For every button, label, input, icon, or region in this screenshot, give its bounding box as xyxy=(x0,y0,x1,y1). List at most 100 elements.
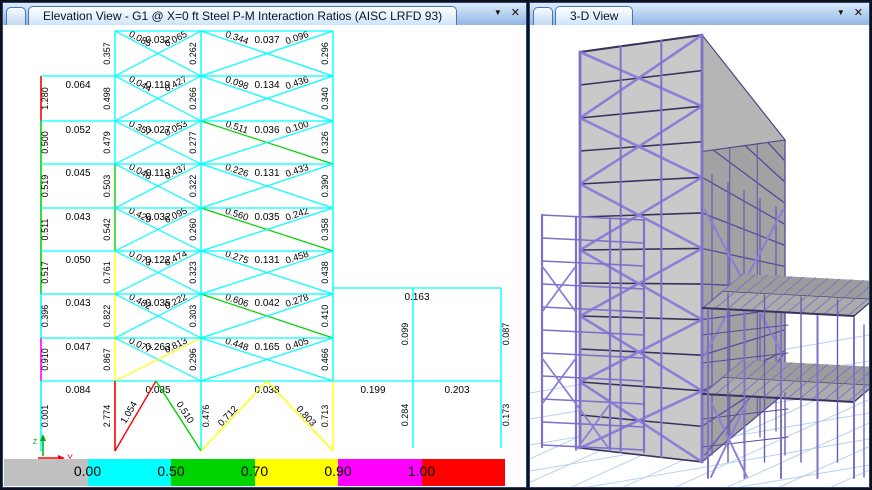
elevation-view-window: Elevation View - G1 @ X=0 ft Steel P-M I… xyxy=(2,2,527,488)
member-value-label: 0.357 xyxy=(102,42,112,65)
member-value-label: 0.099 xyxy=(400,323,410,346)
member-value-label: 0.498 xyxy=(102,87,112,110)
view3d-window: 3-D View ▼ ✕ xyxy=(529,2,870,488)
member-value-label: 0.519 xyxy=(40,175,50,198)
legend-threshold-label: 0.50 xyxy=(157,463,184,479)
member-value-label: 0.131 xyxy=(254,255,279,266)
member-value-label: 0.122 xyxy=(145,255,170,266)
member-value-label: 0.043 xyxy=(65,212,90,223)
member-value-label: 0.511 xyxy=(40,219,50,241)
member-value-label: 0.027 xyxy=(145,125,170,136)
member-value-label: 0.500 xyxy=(40,131,50,154)
legend-threshold-label: 0.90 xyxy=(324,463,351,479)
member-value-label: 0.064 xyxy=(65,80,90,91)
member-value-label: 0.032 xyxy=(145,212,170,223)
elevation-title: Elevation View - G1 @ X=0 ft Steel P-M I… xyxy=(43,9,442,23)
member-value-label: 1.280 xyxy=(40,87,50,110)
member-value-label: 0.606 xyxy=(224,292,250,310)
member-value-label: 0.226 xyxy=(224,162,250,180)
member-value-label: 0.050 xyxy=(65,255,90,266)
view3d-title: 3-D View xyxy=(570,9,618,23)
member-value-label: 0.036 xyxy=(254,125,279,136)
member-value-label: 0.410 xyxy=(320,305,330,328)
member-value-label: 0.087 xyxy=(501,323,511,346)
member-value-label: 2.774 xyxy=(102,405,112,428)
member-value-label: 0.043 xyxy=(65,298,90,309)
axis-z-label: Z xyxy=(33,439,38,446)
legend-threshold-label: 0.70 xyxy=(241,463,268,479)
member-value-label: 0.867 xyxy=(102,348,112,371)
member-value-label: 0.199 xyxy=(360,385,385,396)
member-value-label: 0.344 xyxy=(224,29,250,47)
member-value-label: 0.712 xyxy=(216,404,240,429)
member-value-label: 0.035 xyxy=(145,298,170,309)
member-value-label: 0.396 xyxy=(40,305,50,328)
member-value-label: 0.303 xyxy=(188,305,198,328)
elevation-title-tab[interactable]: Elevation View - G1 @ X=0 ft Steel P-M I… xyxy=(28,6,457,25)
member-value-label: 0.390 xyxy=(320,175,330,198)
member-value-label: 0.761 xyxy=(102,261,112,284)
legend-threshold-label: 1.00 xyxy=(408,463,435,479)
member-value-label: 0.296 xyxy=(320,42,330,65)
member-value-label: 0.045 xyxy=(65,168,90,179)
app-screen: Elevation View - G1 @ X=0 ft Steel P-M I… xyxy=(0,0,872,490)
member-value-label: 0.047 xyxy=(65,342,90,353)
member-value-label: 0.517 xyxy=(40,261,50,284)
member-value-label: 0.052 xyxy=(65,125,90,136)
elevation-canvas[interactable]: 0.0850.0650.3440.0960.3570.2620.2960.032… xyxy=(3,25,526,487)
member-value-label: 0.438 xyxy=(320,261,330,284)
member-value-label: 0.479 xyxy=(102,131,112,154)
member-value-label: 0.436 xyxy=(284,74,310,92)
member-value-label: 0.266 xyxy=(188,87,198,110)
window-close-button[interactable]: ✕ xyxy=(854,5,863,21)
member-value-label: 0.163 xyxy=(404,292,429,303)
window-menu-button[interactable]: ▼ xyxy=(837,5,845,21)
member-value-label: 0.542 xyxy=(102,218,112,241)
member-value-label: 0.323 xyxy=(188,261,198,284)
member-value-label: 0.466 xyxy=(320,348,330,371)
member-value-label: 0.113 xyxy=(146,168,171,179)
member-value-label: 0.098 xyxy=(224,74,250,92)
member-value-label: 0.263 xyxy=(145,342,170,353)
member-value-label: 0.296 xyxy=(188,348,198,371)
member-value-label: 0.803 xyxy=(294,404,318,429)
member-value-label: 0.085 xyxy=(145,385,170,396)
member-value-label: 0.326 xyxy=(320,131,330,154)
member-value-label: 0.262 xyxy=(188,42,198,65)
member-value-label: 0.822 xyxy=(102,305,112,328)
member-value-label: 0.277 xyxy=(188,131,198,154)
member-value-label: 0.713 xyxy=(320,405,330,428)
member-value-label: 0.910 xyxy=(40,348,50,371)
member-value-label: 0.084 xyxy=(65,385,90,396)
member-value-label: 0.322 xyxy=(188,175,198,198)
window-close-button[interactable]: ✕ xyxy=(511,5,520,21)
member-value-label: 0.165 xyxy=(254,342,279,353)
member-value-label: 0.131 xyxy=(254,168,279,179)
member-value-label: 0.001 xyxy=(40,405,50,428)
member-value-label: 0.340 xyxy=(320,87,330,110)
member-value-label: 0.284 xyxy=(400,404,410,427)
legend-threshold-label: 0.00 xyxy=(74,463,101,479)
view3d-canvas[interactable] xyxy=(530,25,869,487)
member-value-label: 0.203 xyxy=(444,385,469,396)
elevation-titlebar[interactable]: Elevation View - G1 @ X=0 ft Steel P-M I… xyxy=(3,3,526,26)
elevation-drawing: 0.0850.0650.3440.0960.3570.2620.2960.032… xyxy=(3,25,526,466)
window-tab-stub xyxy=(6,7,26,25)
member-value-label: 0.096 xyxy=(284,29,310,47)
member-value-label: 0.042 xyxy=(254,298,279,309)
view3d-titlebar[interactable]: 3-D View ▼ ✕ xyxy=(530,3,869,26)
member-value-label: 0.433 xyxy=(284,162,310,180)
member-value-label: 0.278 xyxy=(284,292,310,310)
member-value-label: 0.134 xyxy=(254,80,279,91)
view3d-drawing xyxy=(530,25,869,487)
member-value-label: 0.358 xyxy=(320,218,330,241)
member-value-label: 0.260 xyxy=(188,218,198,241)
view3d-title-tab[interactable]: 3-D View xyxy=(555,6,633,25)
member-value-label: 0.476 xyxy=(201,405,211,428)
member-value-label: 0.032 xyxy=(145,35,170,46)
member-value-label: 0.503 xyxy=(102,175,112,198)
member-value-label: 0.037 xyxy=(254,35,279,46)
window-menu-button[interactable]: ▼ xyxy=(494,5,502,21)
ratio-color-legend: 0.00 0.50 0.70 0.90 1.00 xyxy=(4,459,505,486)
member-value-label: 0.035 xyxy=(254,212,279,223)
